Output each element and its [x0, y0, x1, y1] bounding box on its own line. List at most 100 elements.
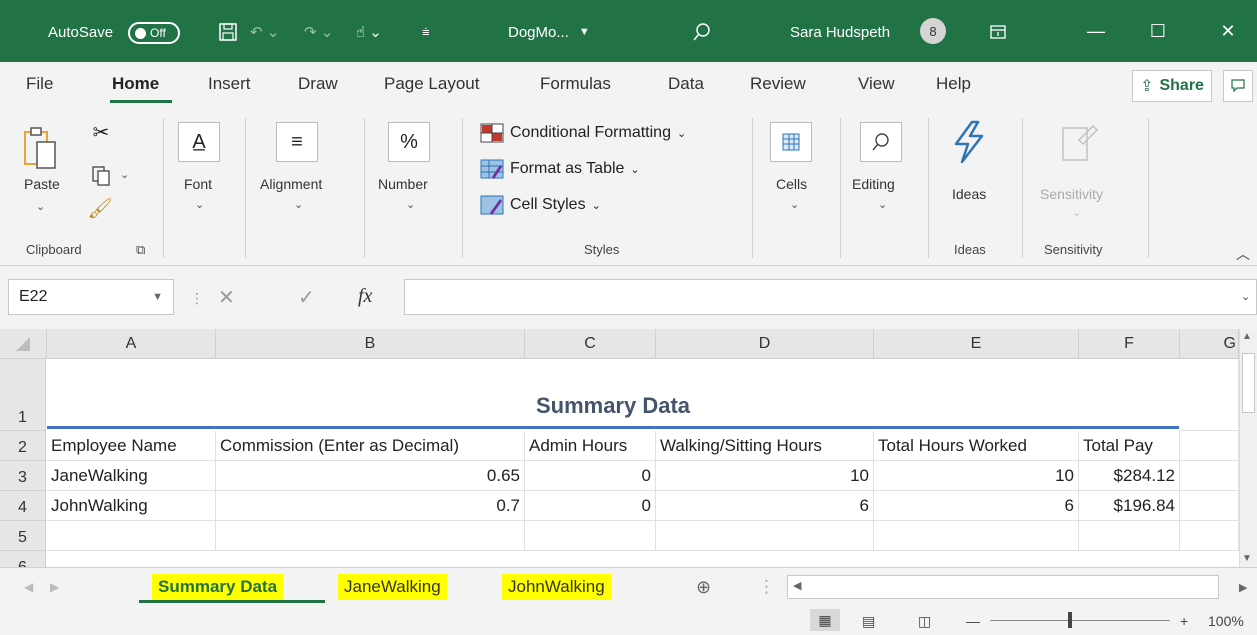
comments-icon[interactable]: [1223, 70, 1253, 102]
cell[interactable]: [1079, 521, 1180, 551]
table-cell[interactable]: 0.65: [216, 461, 525, 491]
tab-data[interactable]: Data: [668, 74, 704, 94]
cells-label[interactable]: Cells: [776, 176, 807, 192]
avatar[interactable]: 8: [920, 18, 946, 44]
alignment-icon[interactable]: ≡: [276, 122, 318, 162]
font-icon[interactable]: A̲: [178, 122, 220, 162]
zoom-in-icon[interactable]: +: [1180, 613, 1188, 629]
column-header-e[interactable]: E: [874, 329, 1079, 359]
chevron-down-icon[interactable]: ⌄: [406, 198, 415, 211]
column-header-c[interactable]: C: [525, 329, 656, 359]
ribbon-display-icon[interactable]: [990, 20, 1006, 44]
table-cell[interactable]: $284.12: [1079, 461, 1180, 491]
row-header-2[interactable]: 2: [0, 431, 46, 461]
sheet-title[interactable]: Summary Data: [47, 359, 1179, 425]
table-cell[interactable]: $196.84: [1079, 491, 1180, 521]
zoom-slider-track[interactable]: [990, 620, 1170, 621]
chevron-down-icon[interactable]: ⌄: [36, 200, 45, 213]
cells-icon[interactable]: [770, 122, 812, 162]
tab-insert[interactable]: Insert: [208, 74, 251, 94]
scroll-down-icon[interactable]: ▼: [1242, 553, 1252, 564]
save-icon[interactable]: [218, 20, 238, 44]
close-icon[interactable]: ✕: [1208, 16, 1248, 46]
row-header-4[interactable]: 4: [0, 491, 46, 521]
tab-home[interactable]: Home: [112, 74, 159, 94]
alignment-label[interactable]: Alignment: [260, 176, 322, 192]
header-total-hours[interactable]: Total Hours Worked: [874, 431, 1079, 461]
sheet-tab-janewalking[interactable]: JaneWalking: [338, 574, 447, 600]
vertical-scrollbar[interactable]: ▲ ▼: [1239, 329, 1257, 567]
maximize-icon[interactable]: ☐: [1138, 16, 1178, 46]
add-sheet-icon[interactable]: ⊕: [690, 574, 717, 600]
row-header-6[interactable]: 6: [0, 551, 46, 567]
tab-file[interactable]: File: [26, 74, 53, 94]
ideas-icon[interactable]: [946, 118, 992, 166]
column-header-d[interactable]: D: [656, 329, 874, 359]
format-as-table-button[interactable]: Format as Table ⌄: [480, 156, 640, 182]
worksheet-grid[interactable]: A B C D E F G 1 2 3 4 5 6 Summary Data E…: [0, 329, 1257, 567]
table-cell[interactable]: 6: [874, 491, 1079, 521]
chevron-down-icon[interactable]: ⌄: [120, 168, 129, 181]
chevron-down-icon[interactable]: ⌄: [790, 198, 799, 211]
cell[interactable]: [1180, 491, 1239, 521]
scrollbar-thumb[interactable]: [1242, 353, 1255, 413]
dialog-launcher-icon[interactable]: ⧉: [136, 242, 145, 258]
font-label[interactable]: Font: [184, 176, 212, 192]
number-format-icon[interactable]: %: [388, 122, 430, 162]
paste-icon[interactable]: [22, 126, 60, 172]
horizontal-scrollbar[interactable]: ◀: [787, 575, 1219, 599]
tab-draw[interactable]: Draw: [298, 74, 338, 94]
insert-function-icon[interactable]: fx: [358, 285, 372, 308]
chevron-down-icon[interactable]: ⌄: [878, 198, 887, 211]
column-header-a[interactable]: A: [47, 329, 216, 359]
find-icon[interactable]: [860, 122, 902, 162]
chevron-down-icon[interactable]: ⌄: [195, 198, 204, 211]
tab-page-layout[interactable]: Page Layout: [384, 74, 479, 94]
cut-icon[interactable]: ✂: [90, 120, 112, 144]
undo-icon[interactable]: ↶ ⌄: [250, 20, 279, 44]
page-break-view-icon[interactable]: ◫: [918, 613, 931, 630]
tab-help[interactable]: Help: [936, 74, 971, 94]
cell[interactable]: [47, 521, 216, 551]
table-cell[interactable]: JaneWalking: [47, 461, 216, 491]
user-name[interactable]: Sara Hudspeth: [790, 20, 890, 44]
expand-formula-bar-icon[interactable]: ⌄: [1241, 290, 1250, 303]
touch-mode-icon[interactable]: ☝ ⌄: [356, 20, 382, 44]
filename-dropdown[interactable]: DogMo... ▼: [508, 20, 590, 44]
cell[interactable]: [1180, 461, 1239, 491]
scroll-left-icon[interactable]: ◀: [793, 579, 801, 592]
table-cell[interactable]: 10: [874, 461, 1079, 491]
formula-input[interactable]: [404, 279, 1257, 315]
cell-styles-button[interactable]: Cell Styles ⌄: [480, 192, 601, 218]
cell[interactable]: [216, 521, 525, 551]
table-cell[interactable]: 0.7: [216, 491, 525, 521]
copy-icon[interactable]: [90, 164, 112, 188]
header-employee-name[interactable]: Employee Name: [47, 431, 216, 461]
table-cell[interactable]: 6: [656, 491, 874, 521]
cell[interactable]: [525, 521, 656, 551]
scroll-up-icon[interactable]: ▲: [1242, 331, 1252, 342]
column-header-f[interactable]: F: [1079, 329, 1180, 359]
next-sheet-icon[interactable]: ▶: [44, 574, 65, 600]
cell[interactable]: [656, 521, 874, 551]
table-cell[interactable]: 0: [525, 461, 656, 491]
cell[interactable]: [1180, 359, 1239, 431]
chevron-down-icon[interactable]: ⌄: [294, 198, 303, 211]
cell[interactable]: [874, 521, 1079, 551]
editing-label[interactable]: Editing: [852, 176, 895, 192]
column-header-g[interactable]: G: [1180, 329, 1239, 359]
minimize-icon[interactable]: —: [1076, 16, 1116, 46]
zoom-slider-thumb[interactable]: [1068, 612, 1072, 628]
cancel-icon[interactable]: ✕: [218, 285, 235, 310]
paste-label[interactable]: Paste: [24, 176, 60, 192]
column-header-b[interactable]: B: [216, 329, 525, 359]
zoom-level[interactable]: 100%: [1208, 613, 1244, 629]
sheet-tab-summary-data[interactable]: Summary Data: [152, 574, 284, 600]
format-painter-icon[interactable]: 🖌: [87, 196, 112, 220]
header-total-pay[interactable]: Total Pay: [1079, 431, 1180, 461]
row-header-1[interactable]: 1: [0, 359, 46, 431]
header-admin-hours[interactable]: Admin Hours: [525, 431, 656, 461]
share-button[interactable]: ⇪ Share: [1132, 70, 1212, 102]
scroll-right-icon[interactable]: ▶: [1233, 574, 1253, 600]
number-label[interactable]: Number: [378, 176, 428, 192]
